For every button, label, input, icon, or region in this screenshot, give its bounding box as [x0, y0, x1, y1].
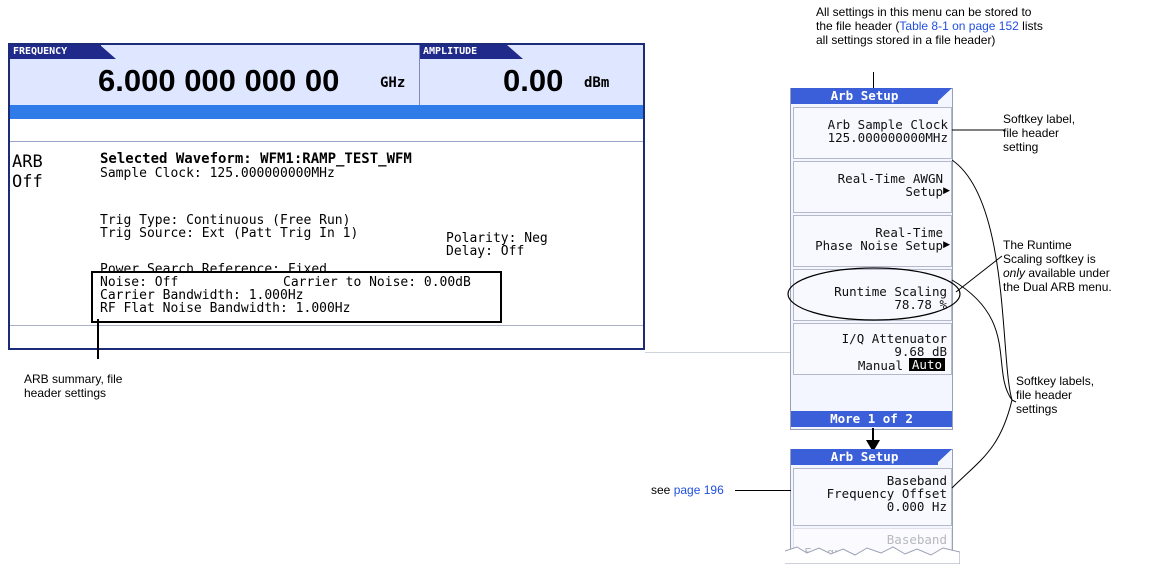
annotation-line-top [873, 72, 874, 88]
delay: Delay: Off [446, 244, 525, 259]
screen-edge-line [645, 352, 790, 353]
selected-waveform: Selected Waveform: WFM1:RAMP_TEST_WFM [100, 151, 412, 167]
softkey-label: Phase Noise Setup [815, 238, 943, 253]
amplitude-value[interactable]: 0.00 [503, 63, 563, 99]
frequency-tab-slant [100, 45, 116, 59]
option-manual: Manual [857, 358, 903, 373]
top-annotation: All settings in this menu can be stored … [816, 5, 1043, 47]
softkey-baseband-frequency-offset[interactable]: Baseband Frequency Offset 0.000 Hz [793, 468, 952, 526]
amplitude-tab-slant [507, 45, 523, 59]
arb-mode-label: ARB [12, 152, 43, 172]
arb-state-label: Off [12, 172, 43, 192]
callout-line [97, 319, 99, 359]
curved-callout-lines [951, 159, 1017, 489]
arb-summary-highlight [91, 271, 502, 323]
trig-source: Trig Source: Ext (Patt Trig In 1) [100, 226, 359, 241]
softkey-real-time-awgn[interactable]: Real-Time AWGN Setup ▶ [793, 161, 952, 213]
arb-summary-annotation: ARB summary, file header settings [24, 372, 123, 400]
amplitude-label: AMPLITUDE [420, 45, 507, 59]
see-page-annotation: see page 196 [651, 483, 724, 497]
amplitude-unit: dBm [584, 75, 610, 91]
softkey-iq-attenuator[interactable]: I/Q Attenuator 9.68 dB Manual Auto [793, 323, 952, 375]
torn-edge [785, 546, 960, 564]
frequency-unit: GHz [380, 75, 406, 91]
blue-status-bar [10, 105, 643, 119]
message-line [10, 119, 643, 142]
menu-title-slant [935, 88, 952, 104]
instrument-screen: FREQUENCY 6.000 000 000 00 GHz AMPLITUDE… [8, 43, 645, 350]
page-196-link[interactable]: page 196 [674, 483, 724, 497]
sample-clock-readout: Sample Clock: 125.000000000MHz [100, 166, 335, 181]
softkey-label: Setup [905, 184, 943, 199]
frequency-label: FREQUENCY [10, 45, 101, 59]
softkey-labels-annotation: Softkey labels, file header settings [1016, 374, 1095, 416]
more-button[interactable]: More 1 of 2 [791, 411, 952, 427]
softkey-value: 125.000000000MHz [827, 130, 948, 145]
bottom-divider [10, 325, 643, 326]
menu-title: Arb Setup [791, 88, 938, 104]
table-8-1-link[interactable]: Table 8-1 on page 152 [899, 19, 1018, 33]
softkey-value: 0.000 Hz [886, 499, 947, 514]
menu2-title: Arb Setup [791, 449, 938, 465]
see-page-line [735, 490, 791, 491]
softkey-arb-sample-clock[interactable]: Arb Sample Clock 125.000000000MHz [793, 107, 952, 159]
frequency-value[interactable]: 6.000 000 000 00 [98, 63, 339, 99]
